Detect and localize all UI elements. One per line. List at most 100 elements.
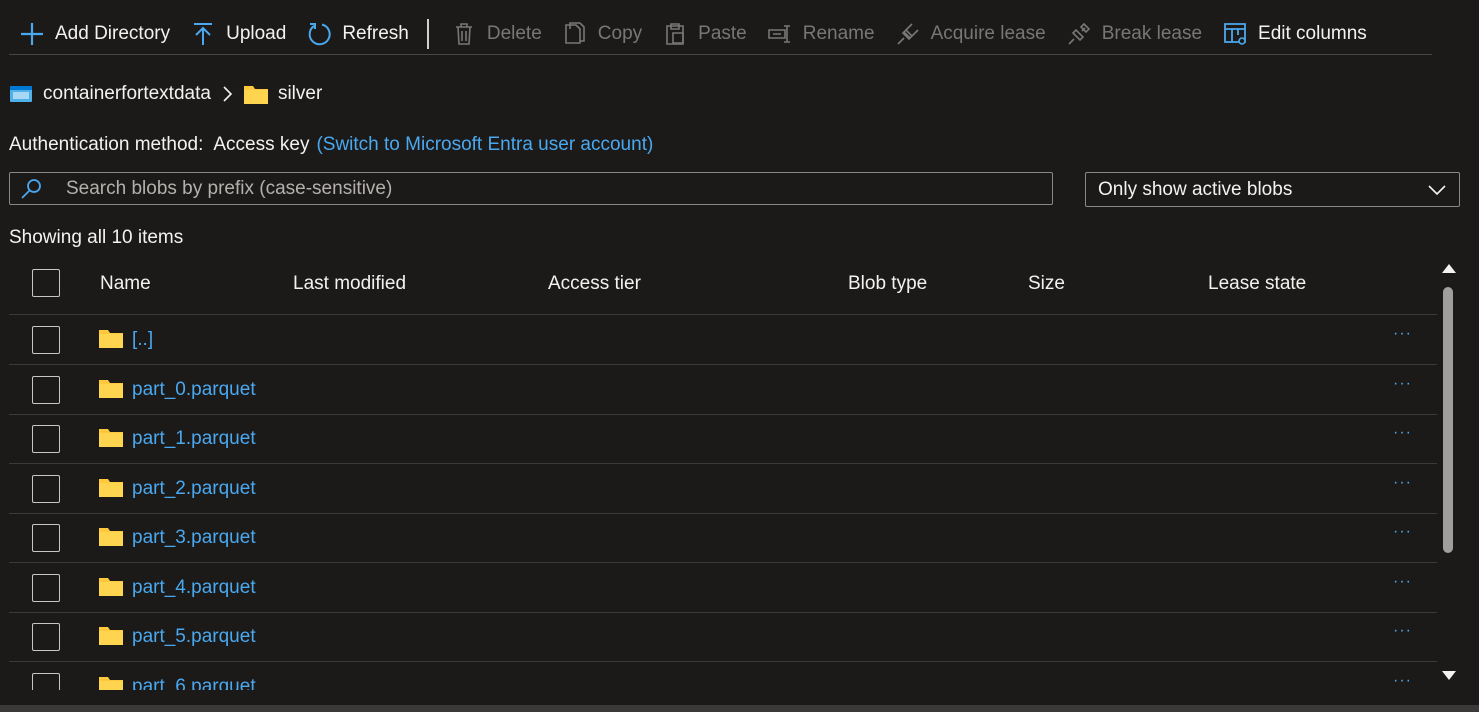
break-lease-button[interactable]: Break lease — [1056, 17, 1212, 51]
auth-value: Access key — [213, 134, 310, 155]
more-options-icon[interactable]: ··· — [1393, 523, 1412, 541]
paste-label: Paste — [698, 23, 747, 44]
blob-filter-dropdown[interactable]: Only show active blobs — [1085, 172, 1460, 207]
toolbar-divider — [426, 19, 429, 49]
unplug-icon — [1066, 21, 1092, 47]
item-count: Showing all 10 items — [9, 227, 184, 248]
row-name-link[interactable]: part_0.parquet — [132, 379, 256, 401]
more-options-icon[interactable]: ··· — [1393, 375, 1412, 393]
table-row[interactable]: [..] ··· — [9, 315, 1437, 365]
folder-icon — [98, 329, 124, 355]
row-checkbox[interactable] — [32, 425, 60, 453]
more-options-icon[interactable]: ··· — [1393, 424, 1412, 442]
more-options-icon[interactable]: ··· — [1393, 474, 1412, 492]
column-header-size[interactable]: Size — [1028, 273, 1065, 295]
search-input[interactable] — [64, 176, 1052, 201]
breadcrumb: containerfortextdata silver — [9, 80, 322, 108]
folder-icon — [98, 428, 124, 454]
row-name-link[interactable]: part_3.parquet — [132, 527, 256, 549]
table-row[interactable]: part_4.parquet ··· — [9, 563, 1437, 613]
breadcrumb-container[interactable]: containerfortextdata — [9, 83, 211, 105]
blob-filter-value: Only show active blobs — [1098, 178, 1293, 200]
row-checkbox[interactable] — [32, 376, 60, 404]
folder-icon — [98, 577, 124, 603]
table-header: Name Last modified Access tier Blob type… — [9, 258, 1437, 315]
row-checkbox[interactable] — [32, 574, 60, 602]
switch-auth-link[interactable]: (Switch to Microsoft Entra user account) — [316, 134, 653, 156]
acquire-lease-button[interactable]: Acquire lease — [885, 17, 1056, 51]
row-name-link[interactable]: [..] — [132, 329, 153, 351]
row-checkbox[interactable] — [32, 673, 60, 690]
table-row[interactable]: part_2.parquet ··· — [9, 464, 1437, 514]
upload-button[interactable]: Upload — [180, 17, 296, 51]
breadcrumb-folder-label: silver — [277, 83, 323, 104]
folder-icon — [243, 83, 269, 105]
refresh-label: Refresh — [342, 23, 409, 44]
more-options-icon[interactable]: ··· — [1393, 672, 1412, 690]
blob-list: Name Last modified Access tier Blob type… — [9, 258, 1437, 690]
upload-icon — [190, 21, 216, 47]
more-options-icon[interactable]: ··· — [1393, 622, 1412, 640]
delete-button[interactable]: Delete — [441, 17, 552, 51]
horizontal-scrollbar[interactable] — [0, 705, 1479, 712]
edit-columns-label: Edit columns — [1258, 23, 1367, 44]
select-all-checkbox[interactable] — [32, 269, 60, 297]
break-lease-label: Break lease — [1101, 23, 1203, 44]
delete-label: Delete — [486, 23, 542, 44]
edit-columns-button[interactable]: Edit columns — [1212, 17, 1377, 51]
chevron-right-icon — [221, 85, 233, 103]
copy-label: Copy — [597, 23, 643, 44]
row-checkbox[interactable] — [32, 524, 60, 552]
row-name-link[interactable]: part_2.parquet — [132, 478, 256, 500]
refresh-button[interactable]: Refresh — [296, 17, 419, 51]
copy-button[interactable]: Copy — [552, 17, 652, 51]
plug-icon — [895, 21, 921, 47]
column-header-blob-type[interactable]: Blob type — [848, 273, 927, 295]
add-directory-button[interactable]: Add Directory — [9, 17, 180, 51]
more-options-icon[interactable]: ··· — [1393, 325, 1412, 343]
table-row[interactable]: part_6.parquet ··· — [9, 662, 1437, 690]
breadcrumb-container-label: containerfortextdata — [43, 83, 211, 104]
authentication-method: Authentication method: Access key (Switc… — [9, 134, 653, 156]
plus-icon — [19, 21, 45, 47]
row-name-link[interactable]: part_5.parquet — [132, 626, 256, 648]
folder-icon — [98, 478, 124, 504]
scroll-down-icon[interactable] — [1441, 666, 1457, 688]
folder-icon — [98, 527, 124, 553]
acquire-lease-label: Acquire lease — [930, 23, 1046, 44]
row-checkbox[interactable] — [32, 326, 60, 354]
column-header-lease-state[interactable]: Lease state — [1208, 273, 1306, 295]
table-row[interactable]: part_1.parquet ··· — [9, 414, 1437, 464]
paste-button[interactable]: Paste — [652, 17, 757, 51]
table-row[interactable]: part_5.parquet ··· — [9, 612, 1437, 662]
row-name-link[interactable]: part_4.parquet — [132, 577, 256, 599]
row-name-link[interactable]: part_6.parquet — [132, 676, 256, 690]
table-row[interactable]: part_0.parquet ··· — [9, 365, 1437, 415]
rename-icon — [767, 21, 793, 47]
column-header-name[interactable]: Name — [100, 273, 151, 295]
folder-icon — [98, 379, 124, 405]
auth-label: Authentication method: — [9, 134, 204, 155]
vertical-scrollbar[interactable] — [1438, 252, 1460, 690]
upload-label: Upload — [226, 23, 287, 44]
refresh-icon — [306, 21, 332, 47]
row-checkbox[interactable] — [32, 475, 60, 503]
copy-icon — [562, 21, 588, 47]
column-header-access-tier[interactable]: Access tier — [548, 273, 641, 295]
command-bar: Add Directory Upload Refresh Delete Copy… — [9, 14, 1432, 55]
clipboard-icon — [662, 21, 688, 47]
search-box — [9, 172, 1053, 205]
breadcrumb-folder[interactable]: silver — [243, 83, 322, 105]
scrollbar-thumb[interactable] — [1443, 287, 1453, 553]
row-checkbox[interactable] — [32, 623, 60, 651]
trash-icon — [451, 21, 477, 47]
more-options-icon[interactable]: ··· — [1393, 573, 1412, 591]
row-name-link[interactable]: part_1.parquet — [132, 428, 256, 450]
edit-columns-icon — [1222, 21, 1248, 47]
column-header-last-modified[interactable]: Last modified — [293, 273, 406, 295]
scroll-up-icon[interactable] — [1441, 258, 1457, 280]
folder-icon — [98, 676, 124, 690]
rename-button[interactable]: Rename — [757, 17, 885, 51]
add-directory-label: Add Directory — [55, 23, 171, 44]
table-row[interactable]: part_3.parquet ··· — [9, 513, 1437, 563]
